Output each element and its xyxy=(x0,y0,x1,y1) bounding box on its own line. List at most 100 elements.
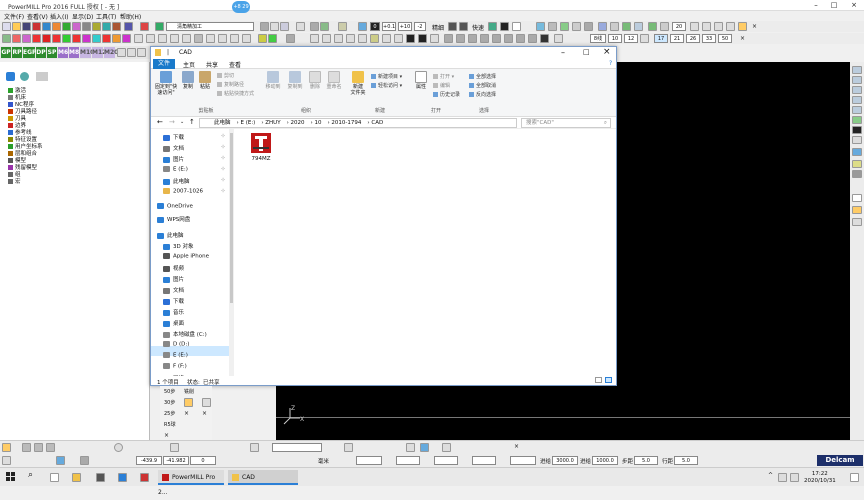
invert-selection-button[interactable]: 反向选择 xyxy=(469,91,496,98)
select-icon[interactable] xyxy=(660,22,669,31)
sep-icon[interactable] xyxy=(640,34,649,43)
collision-icon[interactable] xyxy=(124,22,133,31)
field-blank-d[interactable] xyxy=(472,456,496,465)
levels-icon[interactable] xyxy=(92,22,101,31)
pin-icon[interactable]: ⊹ xyxy=(221,188,225,194)
address-bar[interactable]: 此电脑 › E (E:) › ZHUY › 2020 › 10 › 2010-1794 › … xyxy=(199,118,517,128)
nav-item[interactable]: 音乐 xyxy=(163,308,184,316)
back-icon[interactable]: ← xyxy=(157,118,163,126)
tree-icon[interactable] xyxy=(648,22,657,31)
tool-icon[interactable] xyxy=(32,22,41,31)
notifications-icon[interactable] xyxy=(850,473,859,482)
status-f-icon[interactable] xyxy=(170,443,179,452)
up-icon[interactable]: ↑ xyxy=(189,118,195,126)
close-panel-icon[interactable]: × xyxy=(164,432,169,439)
lock-icon[interactable] xyxy=(540,34,549,43)
tray-b-icon[interactable] xyxy=(790,473,799,482)
coord-x[interactable]: -439.9 xyxy=(136,456,162,465)
digit-3-icon[interactable] xyxy=(418,34,427,43)
tool-50-button[interactable]: 50步 xyxy=(164,388,175,395)
paste-icon[interactable] xyxy=(134,34,143,43)
crumb-this-pc[interactable]: 此电脑 xyxy=(214,120,231,126)
tool-mill-button[interactable]: 铣削 xyxy=(184,388,194,395)
status-combo[interactable] xyxy=(272,443,322,452)
polygon-icon[interactable] xyxy=(170,34,179,43)
macro-m6-button[interactable]: M6 xyxy=(58,47,68,58)
plus-icon[interactable] xyxy=(448,22,457,31)
layer-h-icon[interactable] xyxy=(72,34,81,43)
blank-icon[interactable] xyxy=(512,22,521,31)
paste-shortcut-button[interactable]: 粘贴快捷方式 xyxy=(217,90,254,97)
menu-tools[interactable]: 工具(T) xyxy=(96,12,116,21)
nav-item[interactable]: 下载 xyxy=(163,133,184,141)
pin-icon[interactable]: ⊹ xyxy=(221,144,225,150)
delete-button[interactable]: 删除 xyxy=(307,71,323,90)
scale-icon[interactable] xyxy=(584,22,593,31)
field-blank-c[interactable] xyxy=(434,456,458,465)
menu-display[interactable]: 显示(D) xyxy=(72,12,93,21)
pinned-b-icon[interactable] xyxy=(96,473,105,482)
strategy-combo[interactable]: 清角精加工 xyxy=(166,22,254,31)
snap-icon[interactable] xyxy=(536,22,545,31)
pin-icon[interactable]: ⊹ xyxy=(221,177,225,183)
paper-icon[interactable] xyxy=(852,194,862,202)
pin-icon[interactable]: ⊹ xyxy=(221,166,225,172)
minus-icon[interactable] xyxy=(459,22,468,31)
maximize-icon[interactable]: □ xyxy=(826,0,842,11)
macro-m20-button[interactable]: M20 xyxy=(104,47,118,58)
status-d-icon[interactable] xyxy=(46,443,55,452)
nav-item[interactable]: E (E:) xyxy=(163,352,188,359)
cut-button[interactable]: 剪切 xyxy=(217,72,234,79)
r3-label-a[interactable]: 8线 xyxy=(590,34,606,43)
no-entry-icon[interactable] xyxy=(127,48,136,57)
spline-icon[interactable] xyxy=(382,34,391,43)
tolerance-c[interactable]: +10 xyxy=(398,22,412,31)
sim-f-icon[interactable] xyxy=(504,34,513,43)
circle-icon[interactable] xyxy=(182,34,191,43)
view-icon[interactable] xyxy=(338,22,347,31)
view-top-icon[interactable] xyxy=(852,76,862,84)
select-all-button[interactable]: 全部选择 xyxy=(469,73,496,80)
task-view-icon[interactable] xyxy=(50,473,59,482)
nav-item[interactable]: 文档 xyxy=(163,144,184,152)
wcs-icon[interactable] xyxy=(102,22,111,31)
select-none-button[interactable]: 全部取消 xyxy=(469,82,496,89)
clip-icon[interactable] xyxy=(146,34,155,43)
extra-icon[interactable] xyxy=(554,34,563,43)
shade-mode-icon[interactable] xyxy=(852,148,862,156)
close-toolbar-icon[interactable]: × xyxy=(752,23,757,30)
search-input[interactable]: 搜索"CAD" ⌕ xyxy=(521,118,611,128)
globe-tab-icon[interactable] xyxy=(20,72,29,81)
sim-d-icon[interactable] xyxy=(480,34,489,43)
view-side-icon[interactable] xyxy=(852,96,862,104)
layer-f-icon[interactable] xyxy=(52,34,61,43)
nav-scroll-thumb[interactable] xyxy=(230,133,233,303)
globe-icon[interactable] xyxy=(358,22,367,31)
layer-k-icon[interactable] xyxy=(102,34,111,43)
crumb-e-drive[interactable]: E (E:) xyxy=(240,120,255,126)
clock[interactable]: 17:22 2020/10/31 xyxy=(804,471,836,485)
r3-label-b[interactable]: 10 xyxy=(608,34,622,43)
coord-y[interactable]: -41.982 xyxy=(163,456,189,465)
menu-file[interactable]: 文件(F) xyxy=(4,12,24,21)
zoom-value-c[interactable]: 21 xyxy=(670,34,684,43)
status-h-icon[interactable] xyxy=(344,443,353,452)
fe-close-icon[interactable]: × xyxy=(603,47,611,57)
edge-icon[interactable] xyxy=(258,34,267,43)
view-fit-icon[interactable] xyxy=(852,126,862,134)
edit-button[interactable]: 编辑 xyxy=(433,82,450,89)
arrow-expand-icon[interactable] xyxy=(690,22,699,31)
strategy-icon[interactable] xyxy=(155,22,164,31)
close-toolbar-2-icon[interactable]: × xyxy=(740,35,745,42)
pin-icon[interactable]: ⊹ xyxy=(221,133,225,139)
details-view-icon[interactable] xyxy=(595,377,602,383)
view-zoom-icon[interactable] xyxy=(852,116,862,124)
grid-icon[interactable] xyxy=(702,22,711,31)
row-field[interactable]: 5.0 xyxy=(674,456,698,465)
calculate-icon[interactable] xyxy=(140,22,149,31)
nav-item[interactable]: D (D:) xyxy=(163,341,189,348)
nav-item[interactable]: E (E:) xyxy=(163,166,188,173)
box-icon[interactable] xyxy=(158,34,167,43)
help-icon[interactable]: ? xyxy=(609,60,612,67)
nav-item[interactable]: 2007-1026 xyxy=(163,188,203,195)
